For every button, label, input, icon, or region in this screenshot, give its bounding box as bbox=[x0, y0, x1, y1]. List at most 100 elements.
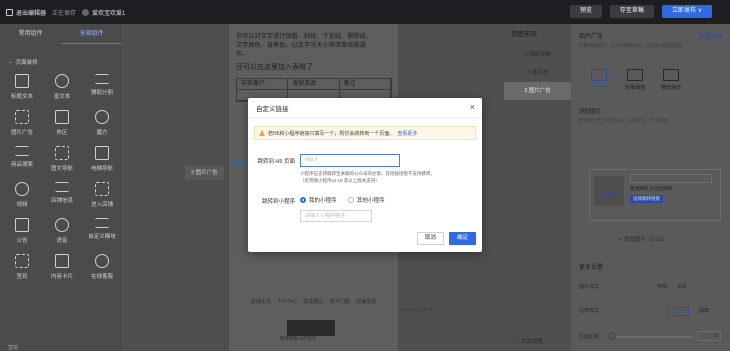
video-icon bbox=[15, 182, 29, 196]
settings-title: 图片广告 bbox=[579, 34, 604, 40]
page-settings-button[interactable]: 页面设置 bbox=[512, 337, 543, 345]
enter-store-icon bbox=[95, 182, 109, 196]
radio-other-miniprogram[interactable]: 其他小程序 bbox=[348, 196, 385, 204]
style-option-horizontal[interactable]: 横向滑动 bbox=[661, 69, 681, 91]
content-card-icon bbox=[55, 254, 69, 268]
custom-module-icon bbox=[95, 218, 109, 228]
component-item[interactable]: 进入店铺 bbox=[82, 182, 122, 208]
layout-item-image-ad[interactable]: 3 图片广告 bbox=[504, 82, 571, 100]
view-example-link[interactable]: 查看示例 bbox=[698, 31, 722, 40]
component-item-label: 辅助分割 bbox=[90, 90, 113, 96]
component-item[interactable]: 电梯导航 bbox=[82, 146, 122, 172]
layout-item-rich-text[interactable]: 2 富文本 bbox=[504, 64, 571, 82]
footer-thumbnail bbox=[287, 320, 335, 336]
confirm-button[interactable]: 确定 bbox=[449, 232, 477, 245]
carousel-icon bbox=[627, 69, 644, 81]
cancel-button[interactable]: 取消 bbox=[417, 232, 445, 245]
checkin-icon bbox=[15, 254, 29, 268]
image-card: + 添加图片 整体跳转 分热区跳转 选择跳转链接 bbox=[589, 169, 721, 221]
corner-style-segment[interactable]: 方角 圆角 bbox=[667, 307, 709, 316]
component-item[interactable]: 图文导航 bbox=[42, 146, 82, 172]
settings-panel: 图片广告 查看示例 轮播海报模块：支持单图和多图，支持分享到朋友圈 一行一个 轮… bbox=[571, 24, 730, 351]
component-item[interactable]: 标题文本 bbox=[2, 74, 42, 100]
saving-status: 正在保存 bbox=[52, 10, 77, 17]
component-tag[interactable]: 3 图片广告 bbox=[185, 166, 224, 180]
style-option-carousel[interactable]: 轮播海报 bbox=[625, 69, 645, 91]
cube-icon bbox=[95, 110, 109, 124]
component-item[interactable]: 自定义模块 bbox=[82, 218, 122, 244]
section-header[interactable]: ⌄ 页面装修 bbox=[0, 44, 122, 66]
component-item-label: 自定义模块 bbox=[88, 234, 116, 240]
component-item-label: 进入店铺 bbox=[90, 202, 113, 208]
component-item[interactable]: 辅助分割 bbox=[82, 74, 122, 100]
miniprogram-label: 跳转到小程序 bbox=[261, 199, 295, 205]
component-item-label: 热区 bbox=[56, 130, 68, 136]
style-option-single[interactable]: 一行一个 bbox=[589, 69, 609, 91]
publish-button[interactable]: 立即发布 ∨ bbox=[661, 5, 712, 18]
slider-handle[interactable] bbox=[609, 333, 616, 340]
store-info-icon bbox=[55, 182, 69, 192]
exit-editor-button[interactable]: 退出编辑器 bbox=[6, 8, 46, 17]
add-more-image-button[interactable]: + 添加图片（1/10） bbox=[619, 235, 667, 243]
component-item[interactable]: 魔方 bbox=[82, 110, 122, 136]
view-more-link[interactable]: 查看更多 bbox=[397, 130, 417, 137]
h5-url-input[interactable]: http:// bbox=[300, 154, 400, 167]
component-item-label: 电梯导航 bbox=[90, 166, 113, 172]
choose-link-button[interactable]: 选择跳转链接 bbox=[630, 195, 663, 203]
tab-all-components[interactable]: 全部组件 bbox=[61, 24, 122, 44]
radio-hotspot-jump[interactable]: 分热区跳转 bbox=[649, 186, 672, 191]
close-icon[interactable]: × bbox=[470, 103, 475, 112]
component-item-label: 在线客服 bbox=[90, 274, 113, 280]
radio-my-miniprogram[interactable]: 我的小程序 bbox=[300, 196, 337, 204]
radio-whole-jump[interactable]: 整体跳转 bbox=[630, 186, 648, 191]
layout-item-top-nav[interactable]: 1 顶部导航 bbox=[504, 46, 571, 64]
component-item[interactable]: 语音 bbox=[42, 218, 82, 244]
image-style-segment[interactable]: 常规 投影 bbox=[657, 283, 687, 290]
custom-link-dialog: 自定义链接 × 若H5和小程序链接只填写一个，则仅会跳转到一个页面。 查看更多 … bbox=[248, 98, 482, 252]
elevator-nav-icon bbox=[95, 146, 109, 160]
product-search-icon bbox=[15, 146, 29, 156]
component-item[interactable]: 公告 bbox=[2, 218, 42, 244]
warning-banner: 若H5和小程序链接只填写一个，则仅会跳转到一个页面。 查看更多 bbox=[254, 126, 476, 140]
page-title: 爱欢宝欢爱1 bbox=[82, 8, 125, 17]
preview-button[interactable]: 预览 bbox=[569, 5, 602, 18]
image-title-input[interactable] bbox=[630, 174, 712, 183]
single-image-icon bbox=[591, 69, 607, 81]
save-draft-button[interactable]: 存至草稿 bbox=[609, 5, 654, 18]
shop-footer-links: 店铺主页 个人中心 关注我们 线下门店 店铺信息 bbox=[250, 299, 377, 305]
section-header-marketing[interactable]: 营销 bbox=[8, 344, 18, 351]
dialog-title: 自定义链接 bbox=[256, 105, 289, 113]
more-settings-header[interactable]: 更多设置 bbox=[579, 262, 603, 271]
thumbnail-caption: 免费领取10元红包 bbox=[280, 336, 317, 341]
component-item[interactable]: 店铺信息 bbox=[42, 182, 82, 208]
add-image-button[interactable]: + 添加图片 bbox=[594, 176, 624, 206]
page-margin-input[interactable]: 0 bbox=[697, 331, 721, 341]
rich-text-block[interactable]: 你可以对文字进行加粗、斜体、下划线、删除线、 文字颜色、背景色、以及字号大小等简… bbox=[229, 24, 398, 72]
component-item[interactable]: 热区 bbox=[42, 110, 82, 136]
component-item[interactable]: 内容卡片 bbox=[42, 254, 82, 280]
component-item[interactable]: 图片广告 bbox=[2, 110, 42, 136]
component-item-label: 店铺信息 bbox=[50, 198, 73, 204]
component-panel: 常用组件 全部组件 ⌄ 页面装修 标题文本 富文本 辅助分割图片广告 热区 魔方商品搜索… bbox=[0, 24, 122, 351]
settings-description: 轮播海报模块：支持单图和多图，支持分享到朋友圈 bbox=[579, 43, 683, 48]
component-item-label: 富文本 bbox=[53, 94, 71, 100]
component-item-label: 公告 bbox=[16, 238, 28, 244]
component-item[interactable]: 商品搜索 bbox=[2, 146, 42, 172]
component-item[interactable]: 视频 bbox=[2, 182, 42, 208]
divider-icon bbox=[95, 74, 109, 84]
customer-service-icon bbox=[95, 254, 109, 268]
tab-common-components[interactable]: 常用组件 bbox=[0, 24, 61, 44]
h5-label: 跳转到 H5 页面 bbox=[257, 159, 295, 165]
component-item[interactable]: 富文本 bbox=[42, 74, 82, 100]
image-style-label: 图片样式 bbox=[579, 284, 600, 290]
component-item[interactable]: 在线客服 bbox=[82, 254, 122, 280]
component-item-label: 视频 bbox=[16, 202, 28, 208]
miniprogram-path-input[interactable]: 请输入小程序路径 bbox=[300, 210, 372, 222]
component-item-label: 内容卡片 bbox=[50, 274, 73, 280]
page-margin-label: 页面边距 bbox=[579, 334, 600, 340]
notice-icon bbox=[15, 218, 29, 232]
page-margin-slider[interactable] bbox=[609, 333, 693, 340]
component-item-label: 图文导航 bbox=[50, 166, 73, 172]
top-bar: 退出编辑器 正在保存 爱欢宝欢爱1 预览 存至草稿 立即发布 ∨ bbox=[0, 0, 730, 24]
component-item[interactable]: 签到 bbox=[2, 254, 42, 280]
